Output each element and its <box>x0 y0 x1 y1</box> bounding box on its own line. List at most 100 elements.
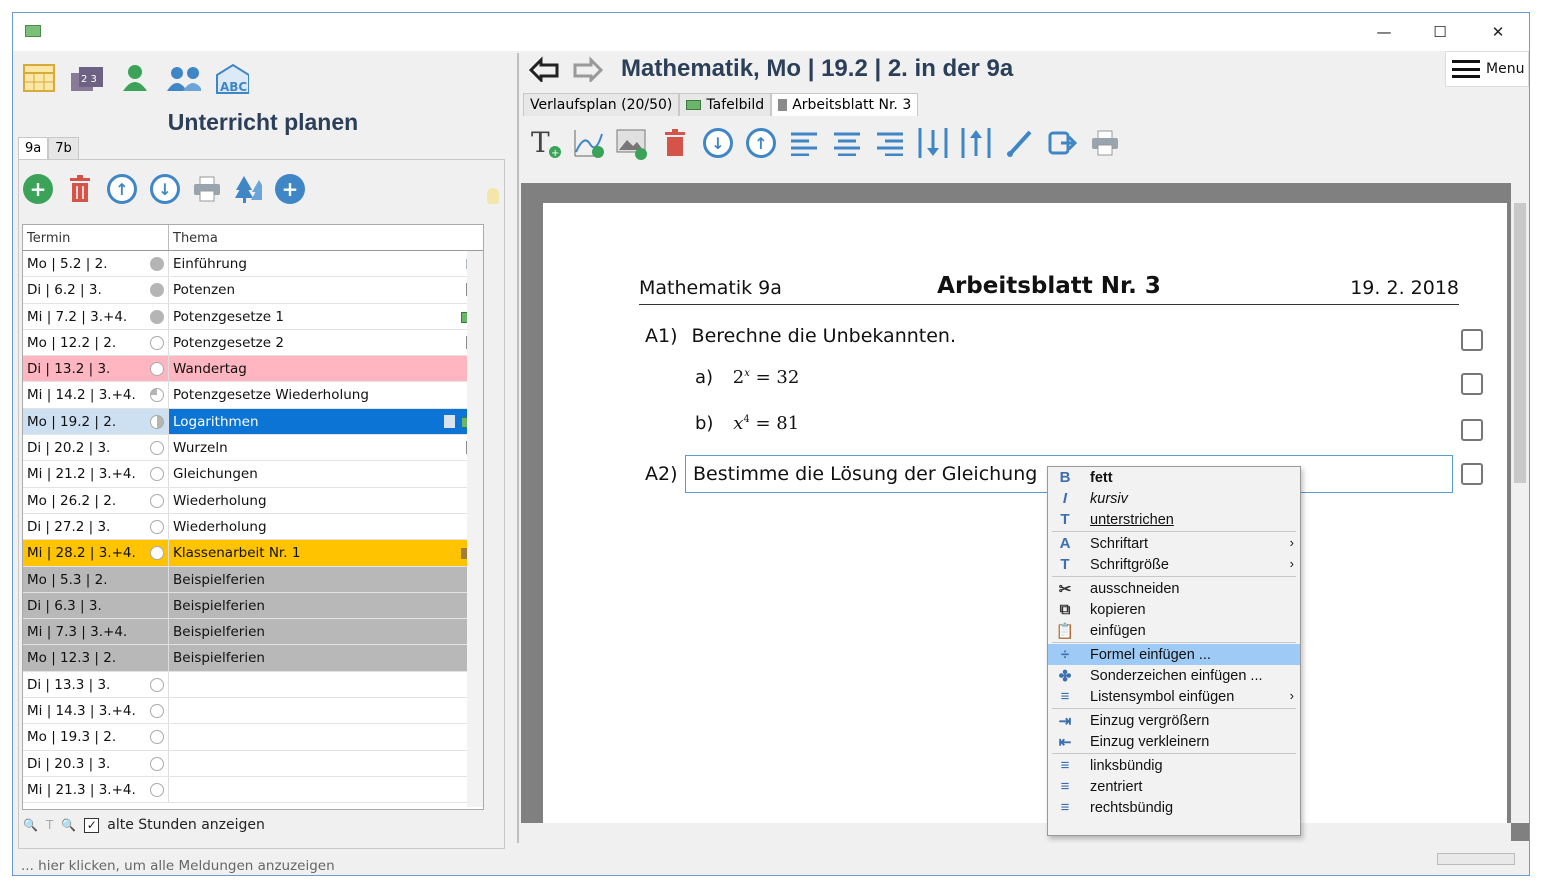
minimize-button[interactable]: — <box>1361 19 1407 45</box>
table-row[interactable]: Mi | 14.2 | 3.+4. Potenzgesetze Wiederhol… <box>23 382 483 409</box>
tab-class-7b[interactable]: 7b <box>48 137 79 159</box>
table-row[interactable]: Mi | 21.2 | 3.+4. Gleichungen <box>23 461 483 488</box>
back-hand-icon[interactable] <box>527 56 561 82</box>
add-text-icon[interactable]: T + <box>529 125 563 161</box>
table-row[interactable]: Mi | 7.2 | 3.+4. Potenzgesetze 1 <box>23 303 483 330</box>
menu-item-copy[interactable]: ⧉ kopieren <box>1048 599 1300 620</box>
table-scrollbar[interactable] <box>467 251 483 807</box>
table-row[interactable]: Di | 27.2 | 3. Wiederholung <box>23 513 483 541</box>
table-row[interactable]: Mo | 12.3 | 2. Beispielferien <box>23 645 483 672</box>
table-row[interactable]: Mo | 5.3 | 2. Beispielferien <box>23 566 483 593</box>
progress-status-icon[interactable] <box>150 677 164 692</box>
students-icon[interactable] <box>165 61 201 95</box>
add-image-icon[interactable] <box>615 125 649 161</box>
menu-item-underline[interactable]: Tunterstrichen <box>1048 509 1300 530</box>
table-row[interactable]: Mi | 14.3 | 3.+4. <box>23 698 483 725</box>
task-checkbox[interactable] <box>1461 419 1483 441</box>
table-row[interactable]: Mo | 5.2 | 2. Einführung <box>23 251 483 278</box>
progress-status-icon[interactable] <box>150 335 164 350</box>
progress-status-icon[interactable] <box>150 257 164 271</box>
close-button[interactable]: ✕ <box>1475 19 1521 45</box>
table-row[interactable]: Mo | 19.2 | 2. Logarithmen <box>23 408 483 436</box>
menu-item-indent-less[interactable]: ⇤ Einzug verkleinern <box>1048 731 1300 752</box>
table-row[interactable]: Mi | 21.3 | 3.+4. <box>23 776 483 804</box>
student-icon[interactable] <box>117 61 153 95</box>
tab-arbeitsblatt[interactable]: Arbeitsblatt Nr. 3 <box>771 93 919 116</box>
align-left-icon[interactable] <box>787 125 821 161</box>
shrink-spacing-icon[interactable] <box>959 125 993 161</box>
task-a1[interactable]: A1) Berechne die Unbekannten. <box>645 325 956 347</box>
move-up-button[interactable]: ↑ <box>107 174 137 204</box>
tab-verlaufsplan[interactable]: Verlaufsplan (20/50) <box>523 93 680 116</box>
table-row[interactable]: Mo | 19.3 | 2. <box>23 724 483 751</box>
menu-item-align-center[interactable]: ≡ zentriert <box>1048 776 1300 797</box>
document-icon[interactable] <box>444 414 455 428</box>
menu-button[interactable]: Menu <box>1445 51 1529 87</box>
table-row[interactable]: Di | 13.3 | 3. <box>23 671 483 699</box>
column-header-termin[interactable]: Termin <box>23 225 169 250</box>
progress-status-icon[interactable] <box>150 388 164 403</box>
calendar-icon[interactable] <box>21 61 57 95</box>
font-icon[interactable]: T <box>46 818 53 832</box>
scrollbar-thumb[interactable] <box>1514 203 1526 483</box>
table-row[interactable]: Di | 6.2 | 3. Potenzen <box>23 277 483 304</box>
export-icon[interactable] <box>1045 125 1079 161</box>
table-row[interactable]: Mi | 7.3 | 3.+4. Beispielferien <box>23 619 483 646</box>
progress-status-icon[interactable] <box>150 309 164 324</box>
add-lesson-button[interactable]: + <box>23 174 53 204</box>
move-down-button[interactable]: ↓ <box>150 174 180 204</box>
progress-status-icon[interactable] <box>150 704 164 719</box>
progress-status-icon[interactable] <box>150 519 164 534</box>
task-a1a[interactable]: a) 2x = 32 <box>695 367 799 388</box>
menu-item-align-left[interactable]: ≡ linksbündig <box>1048 755 1300 776</box>
menu-item-bold[interactable]: Bfett <box>1048 467 1300 488</box>
brush-icon[interactable] <box>1002 125 1036 161</box>
menu-item-cut[interactable]: ✂ ausschneiden <box>1048 578 1300 599</box>
task-checkbox[interactable] <box>1461 329 1483 351</box>
table-row[interactable]: Di | 13.2 | 3. Wandertag <box>23 356 483 383</box>
progress-status-icon[interactable] <box>150 782 164 797</box>
menu-item-insert-list-symbol[interactable]: ≡ Listensymbol einfügen › <box>1048 686 1300 707</box>
table-row[interactable]: Di | 20.3 | 3. <box>23 750 483 777</box>
align-center-icon[interactable] <box>830 125 864 161</box>
school-abc-icon[interactable]: ABC <box>213 61 249 95</box>
maximize-button[interactable]: ☐ <box>1417 19 1463 45</box>
table-row[interactable]: Di | 20.2 | 3. Wurzeln <box>23 435 483 462</box>
print-worksheet-icon[interactable] <box>1088 125 1122 161</box>
column-header-thema[interactable]: Thema <box>169 225 483 250</box>
menu-item-indent-more[interactable]: ⇥ Einzug vergrößern <box>1048 710 1300 731</box>
pane-splitter[interactable] <box>517 53 519 843</box>
table-row[interactable]: Mi | 28.2 | 3.+4. Klassenarbeit Nr. 1 <box>23 540 483 567</box>
progress-status-icon[interactable] <box>150 730 164 745</box>
progress-status-icon[interactable] <box>150 546 164 561</box>
task-checkbox[interactable] <box>1461 373 1483 395</box>
menu-item-align-right[interactable]: ≡ rechtsbündig <box>1048 797 1300 818</box>
move-element-up-icon[interactable]: ↑ <box>744 125 778 161</box>
menu-item-font[interactable]: A Schriftart › <box>1048 533 1300 554</box>
progress-status-icon[interactable] <box>150 756 164 771</box>
status-bar[interactable]: ... hier klicken, um alle Meldungen anzu… <box>13 851 1529 877</box>
progress-status-icon[interactable] <box>150 362 164 377</box>
progress-status-icon[interactable] <box>150 493 164 508</box>
canvas-horizontal-scrollbar[interactable] <box>521 823 1511 841</box>
menu-item-paste[interactable]: 📋 einfügen <box>1048 620 1300 641</box>
table-row[interactable]: Di | 6.3 | 3. Beispielferien <box>23 592 483 620</box>
zoom-in-icon[interactable]: 🔍 <box>23 818 38 832</box>
menu-item-italic[interactable]: Ikursiv <box>1048 488 1300 509</box>
menu-item-insert-formula[interactable]: ÷ Formel einfügen ... <box>1048 644 1300 665</box>
old-lessons-checkbox[interactable]: ✓ <box>84 817 100 833</box>
menu-item-insert-symbol[interactable]: ✤ Sonderzeichen einfügen ... <box>1048 665 1300 686</box>
canvas-vertical-scrollbar[interactable] <box>1511 183 1529 823</box>
classes-icon[interactable]: 2 3 <box>69 61 105 95</box>
menu-item-font-size[interactable]: T Schriftgröße › <box>1048 554 1300 575</box>
add-graph-icon[interactable] <box>572 125 606 161</box>
task-checkbox[interactable] <box>1461 463 1483 485</box>
tab-class-9a[interactable]: 9a <box>18 137 49 159</box>
progress-status-icon[interactable] <box>150 283 164 298</box>
zoom-out-icon[interactable]: 🔍 <box>61 818 76 832</box>
add-button[interactable]: + <box>275 174 305 204</box>
expand-spacing-icon[interactable] <box>916 125 950 161</box>
progress-status-icon[interactable] <box>150 467 164 482</box>
holidays-trees-icon[interactable] <box>234 174 262 204</box>
tab-tafelbild[interactable]: Tafelbild <box>679 93 772 116</box>
